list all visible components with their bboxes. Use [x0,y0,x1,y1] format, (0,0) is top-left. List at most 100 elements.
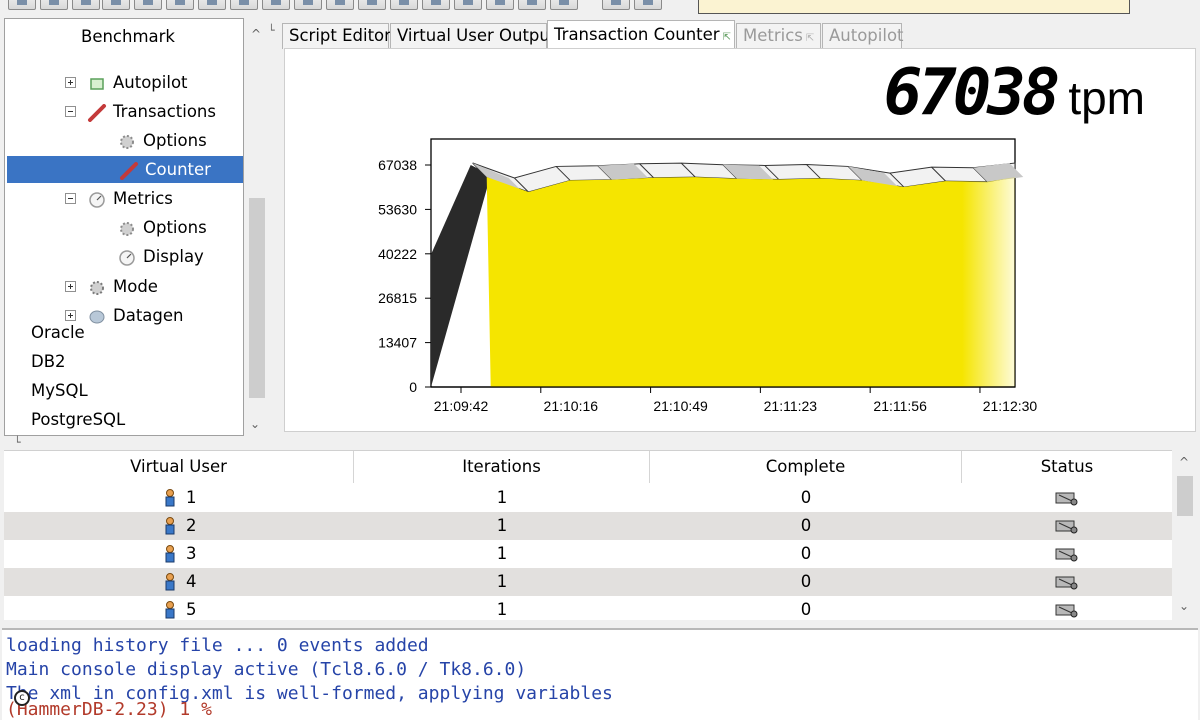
column-header-status[interactable]: Status [962,451,1172,483]
datagen-icon [87,307,107,325]
hammerdb-window: Benchmark Autopilot Transactions Options Co… [0,0,1200,720]
toolbar-button-refresh[interactable] [358,0,386,10]
x-tick-label: 21:12:30 [983,398,1038,414]
toolbar-button-save[interactable] [72,0,100,10]
table-row[interactable]: 5 1 0 [4,596,1172,620]
benchmark-tree: Benchmark Autopilot Transactions Options Co… [4,18,244,436]
tree-db-label: DB2 [31,352,66,371]
toolbar-button-cut[interactable] [166,0,194,10]
toolbar-button-stop[interactable] [326,0,354,10]
column-header-label: Complete [765,457,846,476]
virtual-user-icon [164,545,176,563]
table-scrollbar[interactable]: ^ ⌄ [1174,452,1196,620]
tree-item-autopilot[interactable]: Autopilot [5,69,243,96]
tree-db-mysql[interactable]: MySQL [31,377,88,404]
tab-label: Script Editor [289,26,391,45]
search-icon [207,0,217,5]
series-area [486,177,1015,387]
y-tick-label: 53630 [378,201,417,217]
tree-item-mode[interactable]: Mode [5,273,243,300]
start-icon [611,0,621,5]
tree-item-display[interactable]: Display [5,243,243,270]
running-icon [1054,490,1078,506]
tree-item-label: Counter [145,160,211,179]
console-output[interactable]: loading history file ... 0 events added M… [2,628,1198,720]
tab-script-editor[interactable]: Script Editor [282,23,391,49]
toolbar-button-stop-vu[interactable] [486,0,514,10]
tab-transaction-counter[interactable]: Transaction Counter ⇱ [547,20,735,49]
toolbar-button-start[interactable] [602,0,630,10]
panel-handle-icon[interactable]: └ [268,24,275,37]
tree-root-label: Benchmark [81,27,175,46]
toolbar-button-new[interactable] [8,0,36,10]
table-row[interactable]: 4 1 0 [4,568,1172,596]
toolbar-button-metrics[interactable] [422,0,450,10]
tree-item-metrics[interactable]: Metrics [5,185,243,212]
tree-db-label: Oracle [31,323,85,342]
tree-item-label: Metrics [113,189,173,208]
splitter-handle-icon[interactable]: └ [14,436,21,449]
virtual-user-table: Virtual User Iterations Complete Status 1 1 0… [4,450,1172,620]
table-row[interactable]: 3 1 0 [4,540,1172,568]
tree-item-transactions[interactable]: Transactions [5,98,243,125]
console-prompt[interactable]: (HammerDB-2.23) 1 % [6,698,212,720]
column-header-virtual-user[interactable]: Virtual User [4,451,354,483]
scroll-up-icon[interactable]: ^ [1179,456,1189,468]
collapse-icon[interactable] [65,106,76,117]
console-badge-icon: c [14,690,30,706]
tab-virtual-user-output[interactable]: Virtual User Output [390,23,556,49]
cell-iterations: 1 [496,600,508,619]
scroll-down-icon[interactable]: ⌄ [250,418,260,430]
tree-item-counter[interactable]: Counter [7,156,243,183]
toolbar-button-copy[interactable] [102,0,130,10]
refresh-icon [367,0,377,5]
column-header-label: Virtual User [130,457,227,476]
cell-virtual-user: 3 [186,544,197,563]
tab-metrics[interactable]: Metrics ⇱ [736,23,821,49]
tree-root-benchmark[interactable]: Benchmark [81,23,175,50]
expand-icon[interactable] [65,77,76,88]
collapse-icon[interactable] [65,193,76,204]
toolbar-button-paste[interactable] [134,0,162,10]
toolbar-button-open[interactable] [40,0,68,10]
transaction-counter-panel: 67038 tpm 0 13407 26815 40222 53630 67038 21:09… [284,48,1196,432]
table-scroll-thumb[interactable] [1177,476,1193,516]
table-row[interactable]: 1 1 0 [4,484,1172,512]
tree-scroll-thumb[interactable] [249,198,265,398]
autopilot-icon [87,74,107,92]
scroll-down-icon[interactable]: ⌄ [1179,600,1189,612]
column-header-label: Iterations [462,457,541,476]
tree-item-options[interactable]: Options [5,214,243,241]
toolbar-button-search[interactable] [198,0,226,10]
metrics-icon [431,0,441,5]
tree-db-postgresql[interactable]: PostgreSQL [31,406,125,433]
toolbar-button-run-vu[interactable] [454,0,482,10]
column-header-iterations[interactable]: Iterations [354,451,650,483]
x-tick-label: 21:10:16 [544,398,599,414]
tree-scrollbar[interactable]: ^ ⌄ [245,18,268,436]
end-icon [643,0,653,5]
tree-db-db2[interactable]: DB2 [31,348,66,375]
toolbar-button-run[interactable] [294,0,322,10]
cell-virtual-user: 5 [186,600,197,619]
scroll-up-icon[interactable]: ^ [251,28,261,40]
expand-icon[interactable] [65,281,76,292]
column-header-complete[interactable]: Complete [650,451,962,483]
table-row[interactable]: 2 1 0 [4,512,1172,540]
toolbar-button-clock[interactable] [550,0,578,10]
toolbar-button-record[interactable] [518,0,546,10]
build-icon [239,0,249,5]
run-icon [303,0,313,5]
cell-iterations: 1 [496,516,508,535]
toolbar-button-end[interactable] [634,0,662,10]
cell-virtual-user: 2 [186,516,197,535]
toolbar-button-build[interactable] [230,0,258,10]
toolbar-button-transactions[interactable] [390,0,418,10]
tree-item-options[interactable]: Options [5,127,243,154]
tab-autopilot[interactable]: Autopilot [822,23,904,49]
paste-icon [143,0,153,5]
toolbar-button-delete[interactable] [262,0,290,10]
tree-db-oracle[interactable]: Oracle [31,319,85,346]
cell-complete: 0 [800,516,812,535]
cell-iterations: 1 [496,572,508,591]
